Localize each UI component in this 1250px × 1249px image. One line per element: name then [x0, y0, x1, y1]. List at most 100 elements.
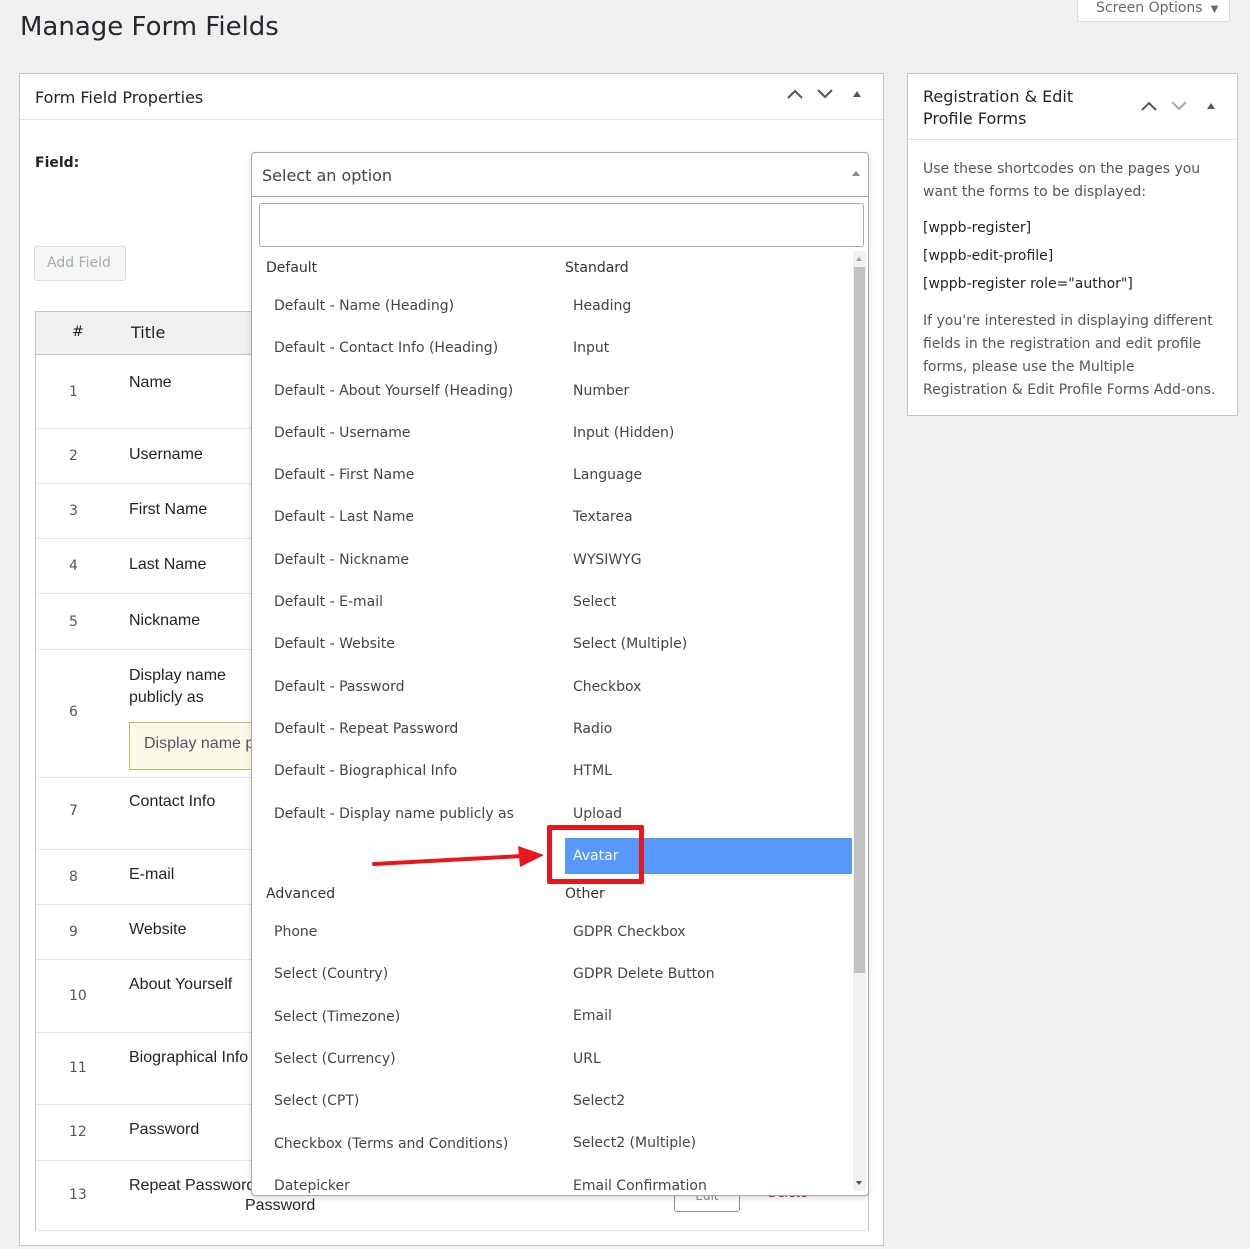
option[interactable]: Select (Currency) [266, 1038, 556, 1080]
option[interactable]: Email [565, 995, 855, 1037]
option[interactable]: Default - Display name publicly as [266, 793, 556, 835]
option[interactable]: Default - About Yourself (Heading) [266, 370, 556, 412]
box-title: Registration & Edit Profile Forms [923, 87, 1074, 128]
row-num: 12 [69, 1124, 87, 1140]
box-title: Form Field Properties [35, 88, 204, 107]
box-header: Form Field Properties [20, 74, 883, 120]
move-down-icon[interactable] [816, 88, 834, 100]
row-title: Website [129, 921, 187, 938]
row-title: Nickname [129, 612, 201, 629]
option[interactable]: Default - Last Name [266, 496, 556, 538]
row-title: Last Name [129, 556, 207, 573]
option[interactable]: Checkbox [565, 666, 855, 708]
option[interactable]: Select (Timezone) [266, 996, 556, 1038]
dropdown-scrollbar[interactable] [853, 251, 866, 1191]
option[interactable]: GDPR Checkbox [565, 911, 855, 953]
box-controls [1140, 100, 1216, 112]
display-name-select[interactable]: Display name publicly as [129, 722, 269, 770]
row-title: Display name publicly as [129, 667, 226, 706]
highlight-box-annotation [547, 825, 644, 884]
option[interactable]: Select (Multiple) [565, 623, 855, 665]
option[interactable]: Email Confirmation [565, 1165, 855, 1207]
option[interactable]: Datepicker [266, 1165, 556, 1207]
option[interactable]: Heading [565, 285, 855, 327]
option[interactable]: GDPR Delete Button [565, 953, 855, 995]
option[interactable]: Checkbox (Terms and Conditions) [266, 1123, 556, 1165]
option[interactable]: Language [565, 454, 855, 496]
option[interactable]: WYSIWYG [565, 539, 855, 581]
option[interactable]: Select (Country) [266, 953, 556, 995]
shortcode-register-author: [wppb-register role="author"] [923, 276, 1133, 292]
move-up-icon[interactable] [786, 88, 804, 100]
option[interactable]: Default - Name (Heading) [266, 285, 556, 327]
col-header-title: Title [131, 323, 166, 342]
option[interactable]: Default - Repeat Password [266, 708, 556, 750]
row-title: First Name [129, 501, 208, 518]
row-num: 6 [69, 704, 78, 720]
option[interactable]: Default - Biographical Info [266, 750, 556, 792]
select-placeholder: Select an option [262, 166, 393, 185]
row-num: 2 [69, 448, 78, 464]
row-num: 1 [69, 384, 78, 400]
field-select-dropdown[interactable]: Select an option Default Default - Name … [251, 152, 869, 1196]
red-arrow-icon [372, 846, 544, 867]
addon-description: If you're interested in displaying diffe… [923, 313, 1216, 398]
option[interactable]: Select (CPT) [266, 1080, 556, 1122]
option[interactable]: Radio [565, 708, 855, 750]
row-title: Biographical Info [129, 1049, 249, 1066]
box-controls [786, 88, 862, 100]
screen-options-button[interactable]: Screen Options ▼ [1077, 0, 1230, 22]
registration-forms-box: Registration & Edit Profile Forms Use th… [907, 73, 1238, 416]
option[interactable]: Default - Username [266, 412, 556, 454]
col-header-num: # [72, 324, 84, 340]
option[interactable]: Default - Website [266, 623, 556, 665]
option[interactable]: Select2 [565, 1080, 855, 1122]
row-title: Repeat Password [129, 1177, 256, 1194]
select-search-input[interactable] [259, 203, 864, 247]
row-num: 11 [69, 1060, 87, 1076]
row-title: E-mail [129, 866, 175, 883]
box-header: Registration & Edit Profile Forms [908, 74, 1237, 140]
page-title: Manage Form Fields [20, 12, 279, 42]
row-num: 4 [69, 558, 78, 574]
field-select[interactable]: Select an option [252, 153, 868, 197]
field-label: Field: [35, 155, 80, 171]
options-column-right: Standard Heading Input Number Input (Hid… [565, 251, 855, 1207]
optgroup-label: Default [266, 260, 318, 276]
option[interactable]: Textarea [565, 496, 855, 538]
caret-up-icon [852, 171, 860, 176]
row-num: 5 [69, 614, 78, 630]
scrollbar-thumb[interactable] [854, 267, 865, 973]
option[interactable]: Default - Contact Info (Heading) [266, 327, 556, 369]
option[interactable]: Number [565, 370, 855, 412]
row-num: 3 [69, 503, 78, 519]
optgroup-label: Standard [565, 260, 629, 276]
row-title: Password [129, 1121, 200, 1138]
option[interactable]: Default - Nickname [266, 539, 556, 581]
move-down-icon[interactable] [1170, 100, 1188, 112]
row-title: Contact Info [129, 793, 216, 810]
option[interactable]: HTML [565, 750, 855, 792]
scroll-up-icon[interactable] [856, 257, 862, 261]
row-num: 10 [69, 988, 87, 1004]
shortcode-edit-profile: [wppb-edit-profile] [923, 248, 1054, 264]
option[interactable]: Default - E-mail [266, 581, 556, 623]
option[interactable]: URL [565, 1038, 855, 1080]
add-field-button[interactable]: Add Field [34, 246, 126, 281]
option[interactable]: Default - First Name [266, 454, 556, 496]
options-column-left: Default Default - Name (Heading) Default… [266, 251, 556, 1207]
option[interactable]: Default - Password [266, 666, 556, 708]
collapse-icon[interactable] [852, 90, 862, 98]
screen-options-label: Screen Options [1096, 0, 1203, 16]
option[interactable]: Input [565, 327, 855, 369]
collapse-icon[interactable] [1206, 102, 1216, 110]
option[interactable]: Select [565, 581, 855, 623]
scroll-down-icon[interactable] [856, 1181, 862, 1185]
box-body: Use these shortcodes on the pages you wa… [908, 140, 1237, 430]
option[interactable]: Select2 (Multiple) [565, 1122, 855, 1164]
caret-down-icon: ▼ [1210, 4, 1219, 15]
option[interactable]: Phone [266, 911, 556, 953]
shortcode-register: [wppb-register] [923, 220, 1032, 236]
move-up-icon[interactable] [1140, 100, 1158, 112]
option[interactable]: Input (Hidden) [565, 412, 855, 454]
